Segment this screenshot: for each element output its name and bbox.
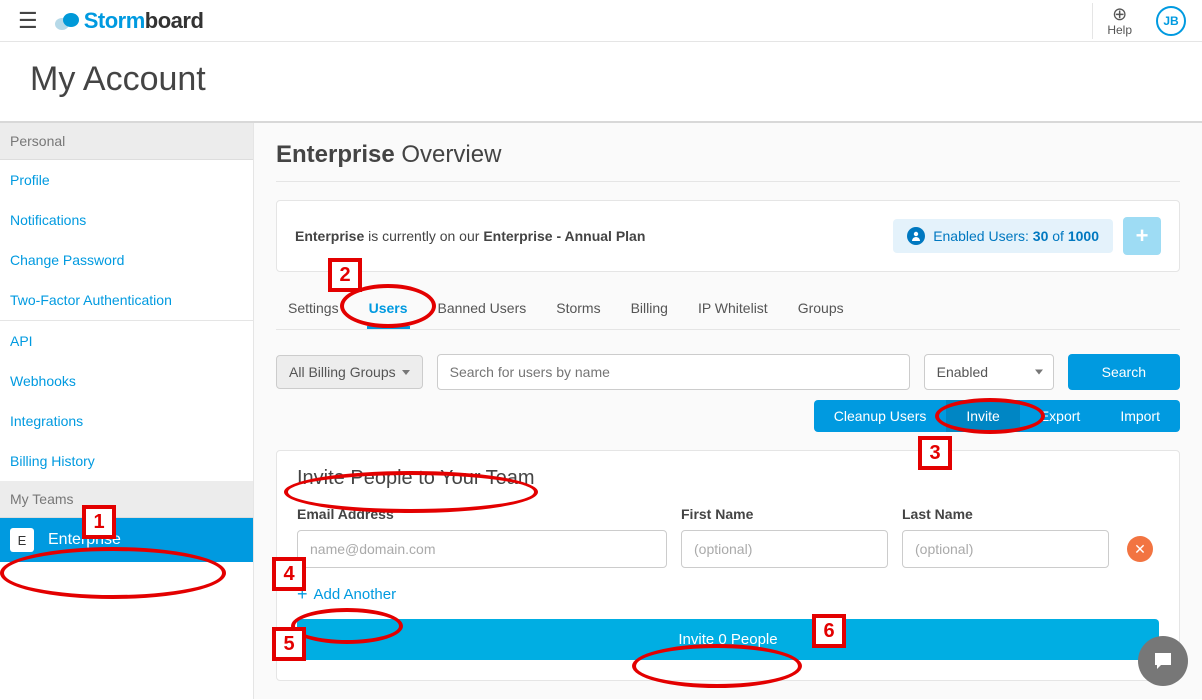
sidebar-link-profile[interactable]: Profile [0,160,253,200]
user-search-input[interactable] [437,354,910,390]
sidebar-link-api[interactable]: API [0,321,253,361]
first-name-label: First Name [681,506,888,522]
add-users-button[interactable]: + [1123,217,1161,255]
export-button[interactable]: Export [1020,400,1100,432]
status-select[interactable]: Enabled [924,354,1054,390]
logo-text-1: Storm [84,8,145,34]
import-button[interactable]: Import [1100,400,1180,432]
billing-group-select[interactable]: All Billing Groups [276,355,423,389]
invite-panel: Invite People to Your Team Email Address… [276,450,1180,681]
email-input[interactable] [297,530,667,568]
email-label: Email Address [297,506,667,522]
sidebar-link-change-password[interactable]: Change Password [0,240,253,280]
invite-button[interactable]: Invite [946,400,1019,432]
tab-settings[interactable]: Settings [286,290,341,329]
sidebar-link-webhooks[interactable]: Webhooks [0,361,253,401]
tab-groups[interactable]: Groups [796,290,846,329]
team-name: Enterprise [48,531,121,549]
chat-icon [1151,649,1175,673]
help-button[interactable]: ⊕ Help [1092,3,1146,39]
user-icon [907,227,925,245]
sidebar: Personal Profile Notifications Change Pa… [0,123,254,699]
tab-users[interactable]: Users [367,290,410,329]
plan-text: Enterprise is currently on our Enterpris… [295,228,645,244]
tab-ip-whitelist[interactable]: IP Whitelist [696,290,770,329]
logo-mark-icon [54,10,80,32]
chevron-down-icon [402,370,410,375]
last-name-input[interactable] [902,530,1109,568]
plus-icon: + [297,584,308,605]
chat-launcher[interactable] [1138,636,1188,686]
sidebar-team-enterprise[interactable]: E Enterprise [0,518,253,562]
sidebar-section-teams: My Teams [0,481,253,518]
invite-title: Invite People to Your Team [297,467,1159,490]
user-search-field[interactable] [450,364,897,380]
user-action-bar: Cleanup Users Invite Export Import [276,400,1180,432]
first-name-input[interactable] [681,530,888,568]
team-badge: E [10,528,34,552]
add-another-button[interactable]: + Add Another [297,584,1159,605]
page-title: My Account [0,42,1202,121]
avatar[interactable]: JB [1156,6,1186,36]
enabled-users-chip[interactable]: Enabled Users: 30 of 1000 [893,219,1113,253]
sidebar-link-2fa[interactable]: Two-Factor Authentication [0,280,253,320]
tab-storms[interactable]: Storms [554,290,602,329]
hamburger-menu[interactable]: ☰ [10,4,46,38]
sidebar-link-billing-history[interactable]: Billing History [0,441,253,481]
tab-billing[interactable]: Billing [629,290,670,329]
tab-banned-users[interactable]: Banned Users [436,290,529,329]
last-name-label: Last Name [902,506,1109,522]
plus-icon: + [1136,223,1149,249]
logo[interactable]: Stormboard [54,8,204,34]
help-label: Help [1107,23,1132,37]
logo-text-2: board [145,8,204,34]
close-icon: ✕ [1134,541,1146,558]
cleanup-users-button[interactable]: Cleanup Users [814,400,947,432]
sidebar-section-personal: Personal [0,123,253,160]
invite-people-button[interactable]: Invite 0 People [297,619,1159,660]
remove-row-button[interactable]: ✕ [1127,536,1153,562]
main-content: Enterprise Overview Enterprise is curren… [254,123,1202,699]
content-title: Enterprise Overview [276,141,1180,169]
plan-info-row: Enterprise is currently on our Enterpris… [276,200,1180,272]
help-icon: ⊕ [1112,5,1127,23]
search-button[interactable]: Search [1068,354,1180,390]
sidebar-link-integrations[interactable]: Integrations [0,401,253,441]
sidebar-link-notifications[interactable]: Notifications [0,200,253,240]
tab-bar: Settings Users Banned Users Storms Billi… [276,290,1180,330]
